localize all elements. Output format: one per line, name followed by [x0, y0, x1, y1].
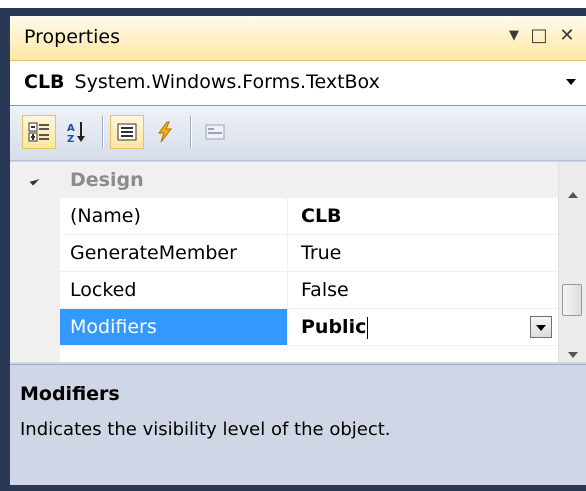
property-value: Public [301, 316, 367, 338]
object-selector[interactable]: CLB System.Windows.Forms.TextBox [10, 61, 586, 106]
object-name: CLB [24, 71, 65, 93]
description-text: Indicates the visibility level of the ob… [20, 419, 391, 440]
categorized-icon [28, 122, 49, 142]
property-value[interactable]: False [289, 272, 558, 308]
properties-icon [117, 123, 137, 141]
svg-text:A: A [67, 123, 75, 134]
modifiers-dropdown-button[interactable] [530, 316, 552, 338]
scroll-up-icon[interactable] [568, 192, 578, 198]
chevron-down-icon [536, 325, 546, 331]
alphabetical-button[interactable]: A Z [60, 115, 94, 149]
object-type: System.Windows.Forms.TextBox [74, 71, 380, 93]
grid-gutter [10, 198, 60, 362]
chevron-down-icon[interactable] [566, 79, 576, 85]
property-grid: Design (Name) CLB GenerateMember True Lo… [10, 162, 586, 362]
property-row-modifiers[interactable]: Modifiers Public [60, 309, 558, 346]
panel-title: Properties [24, 26, 121, 48]
property-name: GenerateMember [60, 235, 288, 271]
scrollbar-thumb[interactable] [562, 284, 582, 316]
property-row-name[interactable]: (Name) CLB [60, 198, 558, 235]
property-name: Modifiers [60, 309, 288, 345]
toolbar-separator [190, 116, 192, 148]
text-caret [367, 316, 369, 339]
property-value[interactable]: CLB [289, 198, 558, 234]
svg-text:Z: Z [67, 134, 74, 144]
property-row-locked[interactable]: Locked False [60, 272, 558, 309]
events-button[interactable] [148, 115, 182, 149]
property-pages-icon [205, 124, 225, 140]
categorized-button[interactable] [22, 115, 56, 149]
vertical-scrollbar[interactable] [558, 162, 586, 362]
properties-button[interactable] [110, 115, 144, 149]
title-bar[interactable]: Properties ▼ □ ✕ [10, 16, 586, 61]
category-label: Design [70, 169, 144, 191]
close-icon[interactable]: ✕ [556, 24, 578, 48]
property-value-editor[interactable]: Public [289, 309, 558, 345]
toolbar: A Z [10, 106, 586, 161]
properties-panel: Properties ▼ □ ✕ CLB System.Windows.Forms… [10, 16, 586, 485]
property-row-generatemember[interactable]: GenerateMember True [60, 235, 558, 272]
dropdown-icon[interactable]: ▼ [504, 24, 524, 48]
events-lightning-icon [158, 121, 173, 143]
description-title: Modifiers [20, 383, 120, 405]
property-name: Locked [60, 272, 288, 308]
property-value[interactable]: True [289, 235, 558, 271]
maximize-icon[interactable]: □ [528, 24, 550, 48]
description-pane: Modifiers Indicates the visibility level… [10, 364, 586, 485]
toolbar-separator [102, 116, 104, 148]
alphabetical-sort-icon: A Z [67, 122, 85, 144]
collapse-triangle-icon[interactable] [29, 175, 40, 186]
property-name: (Name) [60, 198, 288, 234]
property-pages-button[interactable] [198, 115, 232, 149]
window-frame: Properties ▼ □ ✕ CLB System.Windows.Forms… [0, 8, 586, 491]
scroll-down-icon[interactable] [568, 352, 578, 358]
category-row-design[interactable]: Design [10, 162, 558, 198]
